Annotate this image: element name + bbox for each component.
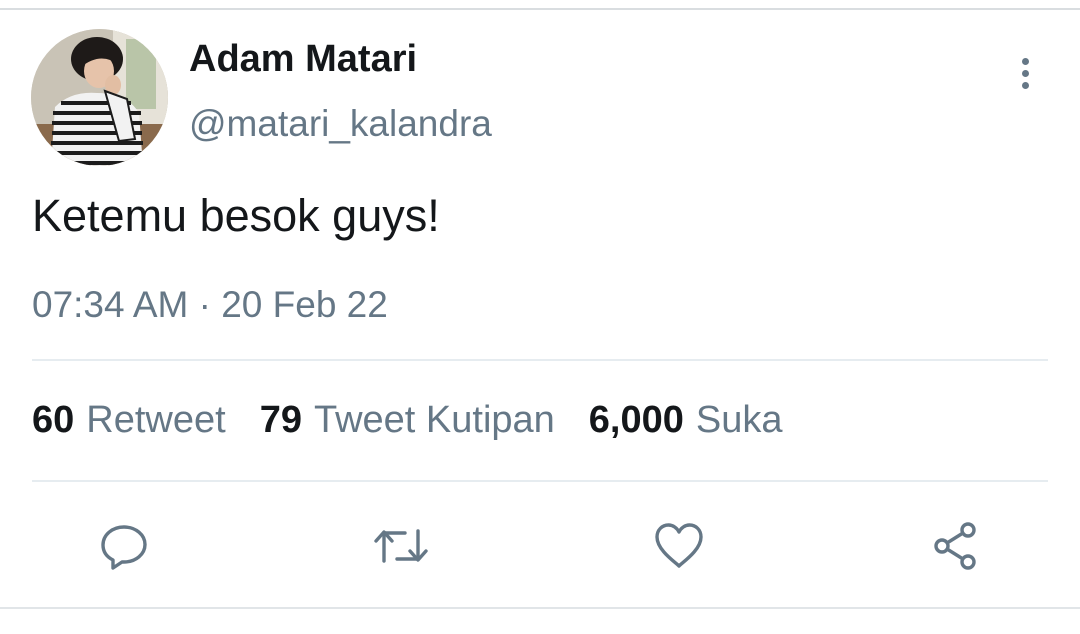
- top-border: [0, 8, 1080, 10]
- more-options-icon: [1021, 57, 1029, 65]
- reply-button[interactable]: [96, 518, 152, 574]
- display-name[interactable]: Adam Matari: [189, 38, 417, 81]
- divider: [32, 359, 1048, 361]
- speech-bubble-icon: [101, 525, 147, 570]
- more-options-button[interactable]: [1004, 52, 1046, 94]
- quote-tweet-count-stat[interactable]: 79 Tweet Kutipan: [260, 399, 555, 442]
- like-count-stat[interactable]: 6,000 Suka: [589, 399, 783, 442]
- user-handle[interactable]: @matari_kalandra: [189, 103, 492, 145]
- retweet-arrows-icon: [374, 529, 428, 563]
- share-button[interactable]: [928, 518, 984, 574]
- tweet-text: Ketemu besok guys!: [32, 190, 440, 241]
- tweet-stats: 60 Retweet 79 Tweet Kutipan 6,000 Suka: [32, 399, 817, 442]
- avatar[interactable]: [31, 29, 168, 166]
- stat-count: 6,000: [588, 399, 684, 441]
- retweet-count-stat[interactable]: 60 Retweet: [32, 399, 226, 442]
- stat-count: 60: [32, 399, 75, 441]
- bottom-border: [0, 607, 1080, 609]
- tweet-timestamp: 07:34 AM · 20 Feb 22: [32, 284, 388, 325]
- more-options-icon-dot: [1021, 69, 1029, 77]
- heart-icon: [655, 523, 703, 568]
- divider: [32, 480, 1048, 482]
- more-options-icon-dot: [1021, 81, 1029, 89]
- retweet-button[interactable]: [373, 518, 429, 574]
- stat-label: Tweet Kutipan: [313, 399, 555, 441]
- stat-label: Suka: [695, 399, 783, 441]
- avatar-photo: [31, 29, 168, 166]
- stat-label: Retweet: [86, 399, 226, 441]
- like-button[interactable]: [651, 518, 707, 574]
- stat-count: 79: [259, 399, 302, 441]
- share-nodes-icon: [934, 522, 976, 570]
